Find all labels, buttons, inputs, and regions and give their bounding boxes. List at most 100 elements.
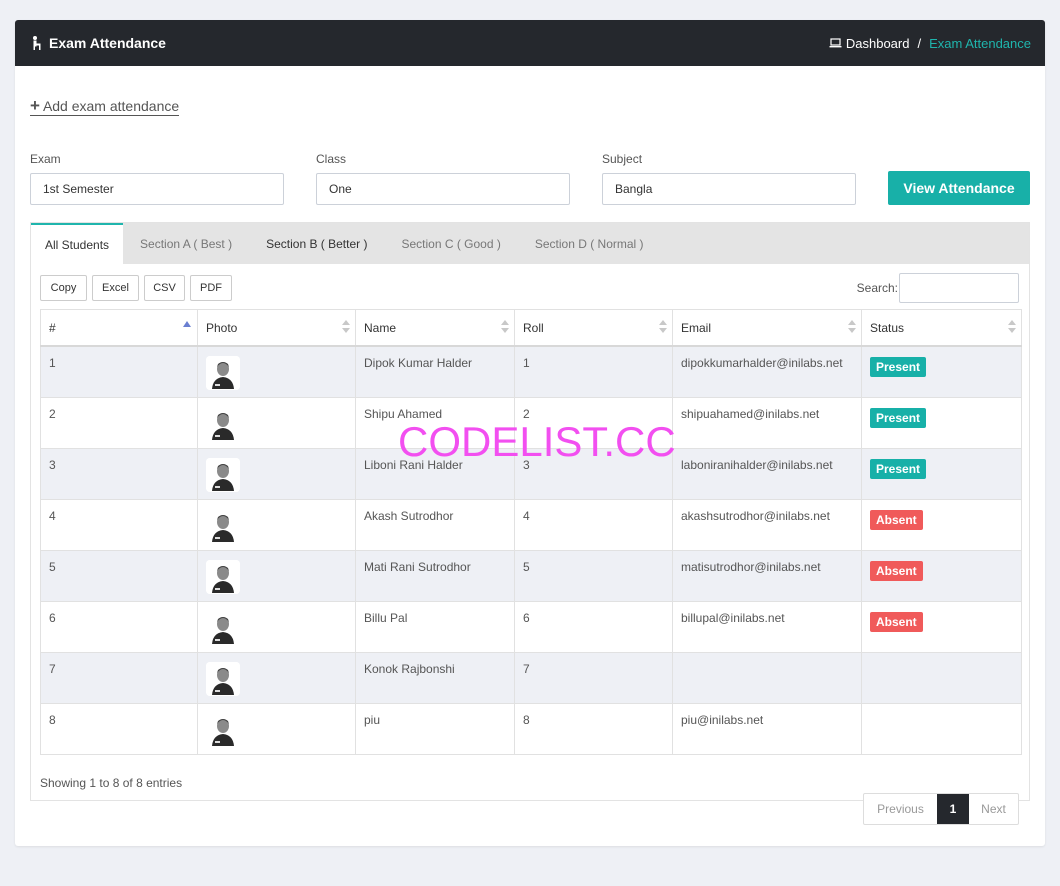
cell-name-text: Akash Sutrodhor — [364, 508, 454, 523]
status-badge: Absent — [870, 509, 923, 530]
tab-section-b[interactable]: Section B ( Better ) — [249, 223, 384, 264]
cell-email-text: piu@inilabs.net — [681, 712, 764, 727]
cell-email-text: akashsutrodhor@inilabs.net — [681, 508, 830, 523]
avatar-icon — [206, 610, 240, 645]
table-row: 1 Dipok Kumar Halder 1 dipokkumarhalder@ini… — [40, 345, 1022, 398]
cell-email-text: laboniranihalder@inilabs.net — [681, 457, 833, 472]
subject-select[interactable]: Bangla — [602, 173, 856, 205]
cell-name: Akash Sutrodhor — [355, 498, 515, 551]
tab-section-c[interactable]: Section C ( Good ) — [384, 223, 517, 264]
column-header-name[interactable]: Name — [355, 309, 515, 347]
class-label: Class — [316, 152, 347, 166]
search-area: Search: — [857, 273, 1019, 303]
search-input[interactable] — [899, 273, 1019, 303]
export-buttons: Copy Excel CSV PDF — [40, 275, 237, 301]
cell-number: 3 — [40, 447, 198, 500]
pagination-previous[interactable]: Previous — [864, 794, 937, 824]
subject-label: Subject — [602, 152, 643, 166]
cell-number: 2 — [40, 396, 198, 449]
pagination-next[interactable]: Next — [969, 794, 1018, 824]
cell-status — [861, 651, 1022, 704]
cell-name-text: Billu Pal — [364, 610, 408, 625]
column-header-label: # — [49, 320, 56, 335]
table-row: 7 Konok Rajbonshi 7 — [40, 651, 1022, 704]
cell-roll-text: 5 — [523, 559, 530, 574]
column-header-photo[interactable]: Photo — [197, 309, 356, 347]
cell-number: 6 — [40, 600, 198, 653]
cell-email: laboniranihalder@inilabs.net — [672, 447, 862, 500]
status-badge: Absent — [870, 611, 923, 632]
view-attendance-button[interactable]: View Attendance — [888, 171, 1030, 205]
table-body: 1 Dipok Kumar Halder 1 dipokkumarhalder@ini… — [40, 345, 1022, 755]
cell-number: 7 — [40, 651, 198, 704]
cell-number: 8 — [40, 702, 198, 755]
breadcrumb-current: Exam Attendance — [929, 35, 1031, 51]
cell-number: 1 — [40, 345, 198, 398]
cell-email-text: matisutrodhor@inilabs.net — [681, 559, 821, 574]
cell-status: Present — [861, 345, 1022, 398]
column-header-roll[interactable]: Roll — [514, 309, 673, 347]
avatar-icon — [206, 712, 240, 747]
cell-photo — [197, 600, 356, 653]
cell-roll: 7 — [514, 651, 673, 704]
column-header-label: Photo — [206, 320, 238, 335]
cell-roll: 4 — [514, 498, 673, 551]
exam-select-value: 1st Semester — [43, 182, 114, 196]
column-header-number[interactable]: # — [40, 309, 198, 347]
breadcrumb-dashboard-label: Dashboard — [845, 35, 910, 51]
tab-section-d[interactable]: Section D ( Normal ) — [518, 223, 661, 264]
avatar-icon — [206, 406, 240, 441]
cell-email: matisutrodhor@inilabs.net — [672, 549, 862, 602]
column-header-status[interactable]: Status — [861, 309, 1022, 347]
subject-select-value: Bangla — [615, 182, 653, 196]
cell-name-text: Dipok Kumar Halder — [364, 356, 473, 370]
class-select-value: One — [329, 182, 352, 196]
cell-roll: 8 — [514, 702, 673, 755]
avatar-icon — [206, 457, 240, 492]
status-badge: Present — [870, 357, 927, 377]
sort-icon — [659, 320, 667, 334]
cell-number: 4 — [40, 498, 198, 551]
cell-name: piu — [355, 702, 515, 755]
cell-name: Mati Rani Sutrodhor — [355, 549, 515, 602]
add-exam-attendance-label: Add exam attendance — [42, 98, 180, 114]
tab-section-a[interactable]: Section A ( Best ) — [123, 223, 249, 264]
cell-email: piu@inilabs.net — [672, 702, 862, 755]
tab-all-students[interactable]: All Students — [31, 223, 124, 264]
exam-select[interactable]: 1st Semester — [30, 173, 284, 205]
cell-roll-text: 8 — [523, 712, 530, 727]
cell-roll: 6 — [514, 600, 673, 653]
sort-icon — [342, 320, 350, 334]
pagination-page-current[interactable]: 1 — [937, 794, 969, 824]
excel-button[interactable]: Excel — [92, 275, 139, 301]
column-header-label: Status — [870, 320, 905, 335]
page-title: Exam Attendance — [32, 35, 166, 51]
column-header-email[interactable]: Email — [672, 309, 862, 347]
column-header-label: Name — [364, 320, 397, 335]
plus-icon: + — [30, 96, 40, 115]
copy-button[interactable]: Copy — [40, 275, 87, 301]
tab-container: All Students Section A ( Best ) Section … — [30, 222, 1030, 801]
cell-status: Absent — [861, 549, 1022, 602]
avatar-icon — [206, 508, 240, 543]
cell-name-text: piu — [364, 712, 381, 727]
sort-icon — [501, 320, 509, 334]
cell-email — [672, 651, 862, 704]
cell-status: Present — [861, 447, 1022, 500]
cell-photo — [197, 549, 356, 602]
pagination: Previous 1 Next — [863, 793, 1019, 825]
avatar-icon — [206, 661, 240, 696]
cell-photo — [197, 702, 356, 755]
table-header-row: # Photo Name Roll Email Status — [40, 309, 1022, 347]
add-exam-attendance-link[interactable]: + Add exam attendance — [30, 96, 180, 116]
pdf-button[interactable]: PDF — [190, 275, 232, 301]
attendance-table: # Photo Name Roll Email Status 1 Dipok Ku… — [40, 309, 1022, 755]
avatar-icon — [206, 356, 240, 390]
breadcrumb-dashboard[interactable]: Dashboard — [829, 35, 910, 51]
csv-button[interactable]: CSV — [144, 275, 185, 301]
class-select[interactable]: One — [316, 173, 570, 205]
page-title-text: Exam Attendance — [49, 35, 166, 51]
cell-email: shipuahamed@inilabs.net — [672, 396, 862, 449]
cell-roll-text: 1 — [523, 356, 530, 370]
cell-status: Present — [861, 396, 1022, 449]
